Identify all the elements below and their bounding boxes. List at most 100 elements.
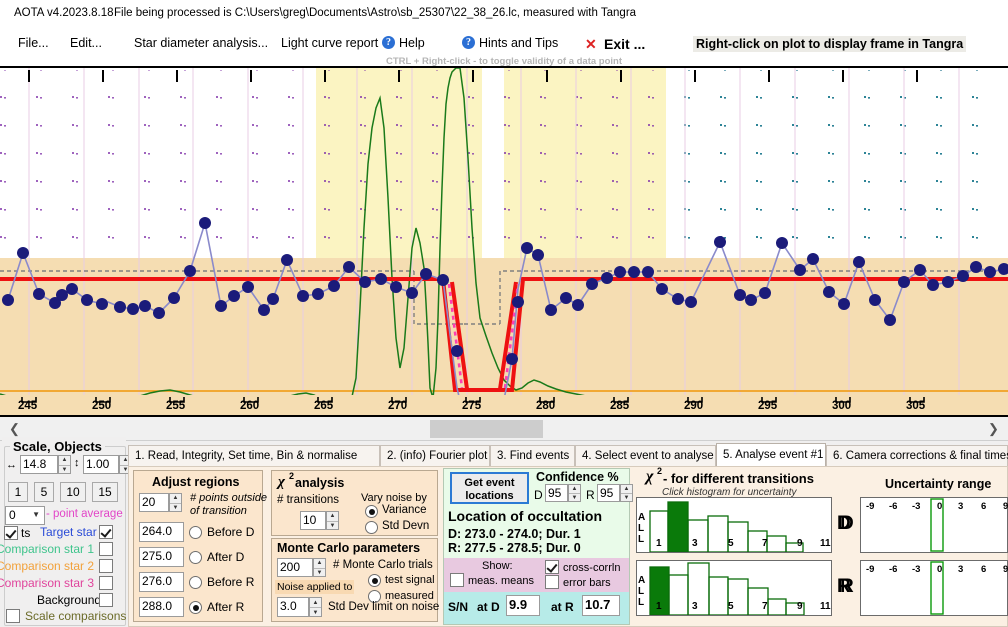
scroll-left-icon[interactable]: ❮ [6,420,23,438]
horizontal-scale-input[interactable]: 14.8 [20,455,58,474]
confidence-d-input[interactable]: 95 [545,484,568,502]
unc-d-tick-9: 9 [1003,501,1008,512]
points-checkbox[interactable] [4,526,18,540]
error-bars-checkbox[interactable] [545,575,559,589]
chi2-d-tick-9: 9 [797,538,803,549]
scroll-right-icon[interactable]: ❯ [985,420,1002,438]
chi2-d-tick-5: 5 [728,538,734,549]
x-tick-295: 295 [758,400,777,412]
chi2-hist-title-superscript: 2 [657,466,662,476]
point-average-select[interactable]: 0 ▼ [5,506,45,525]
menu-help[interactable]: Help [399,36,425,50]
close-icon[interactable]: ✕ [585,36,597,53]
x-tick-265: 265 [314,400,333,412]
hints-icon[interactable]: ? [462,36,475,49]
spin-up-icon: ▲ [624,486,630,492]
confidence-d-spinner[interactable]: ▲ ▼ [568,484,581,502]
app-version-label: AOTA v4.2023.8.18 [14,7,114,19]
confidence-r-spinner[interactable]: ▲ ▼ [620,484,633,502]
x-tick-290: 290 [684,400,703,412]
light-curve-svg[interactable] [0,68,1008,413]
scale-quick-10[interactable]: 10 [60,482,86,502]
x-tick-280: 280 [536,400,555,412]
points-outside-label-line1: # points outside [190,492,267,504]
scale-comparisons-checkbox[interactable] [6,609,20,623]
chi2-r-all-l2: L [638,598,644,607]
object-label-comparison-1: Comparison star 1 [0,542,94,556]
processed-file-label: File being processed is C:\Users\greg\Do… [114,7,636,19]
vertical-scale-input[interactable]: 1.00 [83,455,119,474]
vertical-scale-icon: ↕ [74,457,80,469]
object-checkbox-comparison-2[interactable] [99,559,113,573]
scale-comparisons-label: Scale comparisons [25,609,126,623]
vary-noise-stddev-label: Std Devn [382,520,429,532]
menu-light-curve-report[interactable]: Light curve report [281,36,378,50]
confidence-d-label: D [534,488,543,502]
unc-d-tick--9: -9 [866,501,874,512]
object-checkbox-background[interactable] [99,593,113,607]
scale-objects-title: Scale, Objects [10,439,105,454]
x-tick-250: 250 [92,400,111,412]
scale-quick-1[interactable]: 1 [8,482,28,502]
x-tick-260: 260 [240,400,259,412]
mc-trials-input[interactable]: 200 [277,558,313,577]
before-r-input[interactable]: 276.0 [139,572,184,592]
tab-find-events[interactable]: 3. Find events [490,445,575,466]
cross-corrln-checkbox[interactable] [545,560,559,574]
confidence-r-input[interactable]: 95 [597,484,620,502]
plot-horizontal-scrollbar[interactable]: ❮ ❯ [0,418,1008,441]
help-icon[interactable]: ? [382,36,395,49]
menu-hints-and-tips[interactable]: Hints and Tips [479,36,558,50]
spin-down-icon: ▼ [330,523,336,529]
menu-edit[interactable]: Edit... [70,36,102,50]
tab-read-integrity[interactable]: 1. Read, Integrity, Set time, Bin & norm… [128,445,380,466]
object-checkbox-comparison-3[interactable] [99,576,113,590]
scale-quick-5[interactable]: 5 [34,482,54,502]
std-dev-limit-label: Std Dev limit on noise [328,601,439,613]
point-average-value: 0 [9,508,16,522]
noise-test-signal-radio[interactable] [368,574,381,587]
menu-exit[interactable]: Exit ... [604,36,645,52]
after-d-radio[interactable] [189,551,202,564]
transitions-spinner[interactable]: ▲ ▼ [326,511,339,530]
menu-star-diameter-analysis[interactable]: Star diameter analysis... [134,36,268,50]
after-r-input[interactable]: 288.0 [139,597,184,617]
tab-analyse-event[interactable]: 5. Analyse event #1 [716,443,826,466]
points-outside-label-line2: of transition [190,505,247,517]
before-r-radio[interactable] [189,576,202,589]
std-dev-limit-input[interactable]: 3.0 [277,597,309,617]
before-d-input[interactable]: 264.0 [139,522,184,542]
points-outside-input[interactable]: 20 [139,493,169,512]
title-bar: AOTA v4.2023.8.18 File being processed i… [0,0,1008,29]
meas-means-checkbox[interactable] [450,573,464,587]
object-checkbox-target-star[interactable] [99,525,113,539]
after-d-input[interactable]: 275.0 [139,547,184,567]
chi2-d-all-a: A [638,513,645,522]
scrollbar-thumb[interactable] [430,420,543,438]
tab-fourier-plot[interactable]: 2. (info) Fourier plot [380,445,490,466]
after-r-radio[interactable] [189,601,202,614]
before-d-radio[interactable] [189,526,202,539]
unc-r-tick--6: -6 [889,564,897,575]
chevron-down-icon: ▼ [32,510,40,519]
light-curve-plot[interactable] [0,66,1008,411]
object-checkbox-comparison-1[interactable] [99,542,113,556]
vary-noise-stddev-radio[interactable] [365,521,378,534]
transitions-input[interactable]: 10 [300,511,326,530]
unc-r-tick--9: -9 [866,564,874,575]
scale-quick-15[interactable]: 15 [92,482,118,502]
cross-corrln-label: cross-corrln [563,562,620,574]
mc-trials-spinner[interactable]: ▲ ▼ [313,558,326,577]
chi2-d-tick-11: 11 [820,538,831,549]
confidence-r-label: R [586,488,595,502]
menu-file[interactable]: File... [18,36,49,50]
vary-noise-variance-radio[interactable] [365,505,378,518]
horizontal-scale-spinner[interactable]: ▲ ▼ [58,455,71,474]
chi2-r-tick-1: 1 [656,601,662,612]
before-d-label: Before D [207,525,254,539]
std-dev-limit-spinner[interactable]: ▲ ▼ [309,597,322,617]
get-event-locations-button[interactable]: Get event locations [450,472,529,504]
tab-select-event[interactable]: 4. Select event to analyse [575,445,716,466]
points-outside-spinner[interactable]: ▲ ▼ [169,493,182,512]
tab-camera-corrections[interactable]: 6. Camera corrections & final times Even… [826,445,1008,466]
